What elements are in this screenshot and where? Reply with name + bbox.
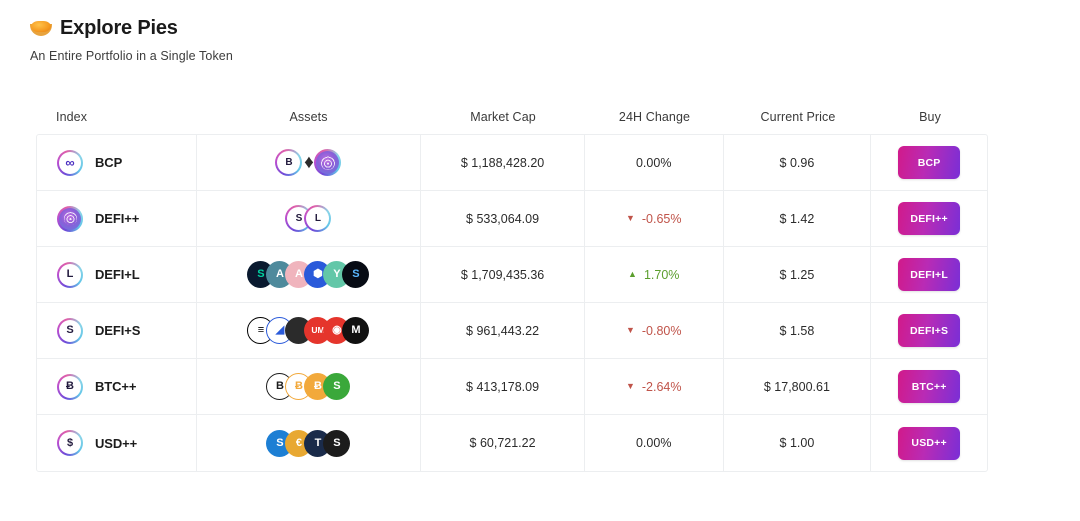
cell-24h-change: ▼ -2.64% — [585, 359, 724, 414]
buy-button-defips[interactable]: DEFI+S — [898, 314, 961, 347]
table-row: L DEFI+L S A A ⬢ Y S $ 1,709,435.36 ▲ 1.70% $ 1.25 D… — [37, 247, 987, 303]
buy-button-usdpp[interactable]: USD++ — [898, 426, 961, 460]
cell-current-price: $ 1.25 — [724, 247, 872, 302]
cell-market-cap: $ 413,178.09 — [421, 359, 585, 414]
column-header-assets: Assets — [289, 110, 328, 124]
change-value: 0.00% — [635, 155, 672, 170]
column-header-index: Index — [56, 110, 88, 124]
fingerprint-icon — [57, 205, 83, 232]
cell-assets: BɃɃS — [197, 359, 422, 414]
cell-24h-change: ▼ -0.65% — [585, 191, 724, 246]
sushi-token: S — [342, 261, 370, 288]
cell-index: $ USD++ — [37, 415, 197, 471]
table-row: $ USD++ S € T S $ 60,721.22 0.00% $ 1.00 USD++ — [37, 415, 987, 471]
column-header-24h-change: 24H Change — [618, 110, 691, 124]
cell-index: Ƀ BTC++ — [37, 359, 197, 414]
cell-index: S DEFI+S — [37, 303, 197, 358]
index-symbol-label: BCP — [95, 155, 123, 170]
index-symbol-label: DEFI++ — [95, 211, 140, 226]
cell-buy: USD++ — [871, 415, 987, 471]
cell-current-price: $ 1.42 — [724, 191, 872, 246]
index-symbol-label: DEFI+S — [95, 323, 141, 338]
cell-index: ∞ BCP — [37, 135, 197, 190]
cell-assets: S € T S — [197, 415, 422, 471]
column-header-current-price: Current Price — [760, 110, 836, 124]
asset-token-cluster: BɃɃS — [266, 373, 351, 400]
sbtc-token: S — [323, 373, 351, 400]
cell-index: L DEFI+L — [37, 247, 197, 302]
cell-current-price: $ 1.58 — [724, 303, 872, 358]
buy-button-defipl[interactable]: DEFI+L — [898, 258, 961, 291]
change-value: 1.70% — [643, 267, 680, 282]
buy-button-defipp[interactable]: DEFI++ — [898, 202, 961, 235]
cell-market-cap: $ 1,709,435.36 — [421, 247, 585, 302]
cell-current-price: $ 17,800.61 — [724, 359, 872, 414]
asset-token-cluster: S A A ⬢ Y S — [247, 261, 370, 288]
table-row: Ƀ BTC++ B Ƀ Ƀ S $ 413,178.09 ▼ -2.64% $ 17,800.61… — [37, 359, 987, 415]
index-symbol-label: USD++ — [95, 435, 138, 451]
cell-index: DEFI++ — [37, 191, 197, 246]
arrow-down-icon: ▼ — [625, 325, 635, 335]
table-row: ∞ BCP B ♦ $ 1,188,428.20 0.00% $ 0.96 BCP — [37, 135, 987, 191]
cell-24h-change: 0.00% — [585, 415, 724, 471]
change-value: -0.65% — [641, 211, 682, 226]
cell-buy: DEFI+S — [871, 303, 987, 358]
defi-l-token: L — [304, 205, 332, 232]
change-value: -2.64% — [641, 379, 682, 394]
letter-s-icon: S — [57, 317, 83, 344]
change-value: -0.80% — [641, 323, 682, 338]
cell-assets: SL — [197, 191, 422, 246]
cell-current-price: $ 0.96 — [724, 135, 872, 190]
table-row: DEFI++ S L $ 533,064.09 ▼ -0.65% $ 1.42 DEFI++ — [37, 191, 987, 247]
table-header-row: Index Assets Market Cap 24H Change Curre… — [36, 100, 988, 134]
table-body: ∞ BCP B ♦ $ 1,188,428.20 0.00% $ 0.96 BCP DEFI++… — [36, 134, 988, 472]
buy-button-bcp[interactable]: BCP — [898, 146, 961, 179]
cell-assets: B ♦ — [197, 135, 422, 190]
page-header: Explore Pies An Entire Portfolio in a Si… — [30, 16, 233, 63]
column-header-market-cap: Market Cap — [470, 110, 536, 124]
cell-24h-change: ▼ -0.80% — [585, 303, 724, 358]
bitcoin-icon: Ƀ — [57, 373, 83, 400]
cell-market-cap: $ 60,721.22 — [421, 415, 585, 471]
pie-emoji-icon — [30, 20, 52, 36]
page-title: Explore Pies — [60, 17, 178, 39]
buy-button-btcpp[interactable]: BTC++ — [898, 370, 961, 403]
index-symbol-label: BTC++ — [95, 379, 137, 394]
cell-buy: BCP — [871, 135, 987, 190]
change-value: 0.00% — [635, 436, 672, 450]
explore-pies-page: Explore Pies An Entire Portfolio in a Si… — [0, 0, 1080, 521]
usdc-token: S — [323, 429, 351, 457]
arrow-down-icon: ▼ — [625, 213, 635, 223]
cell-market-cap: $ 1,188,428.20 — [421, 135, 585, 190]
cell-buy: DEFI+L — [871, 247, 987, 302]
cell-buy: DEFI++ — [871, 191, 987, 246]
defi-plus-plus-token — [314, 149, 342, 176]
asset-token-cluster: SL — [285, 205, 332, 232]
pies-table: Index Assets Market Cap 24H Change Curre… — [36, 100, 988, 472]
table-row: S DEFI+S ≡ ◢ UM ◉ M $ 961,443.22 ▼ -0.80% $ 1.58 DE… — [37, 303, 987, 359]
arrow-down-icon: ▼ — [625, 381, 635, 391]
cell-current-price: $ 1.00 — [724, 415, 872, 471]
asset-token-cluster: B ♦ — [275, 149, 342, 176]
asset-token-cluster: S € T S — [266, 429, 351, 457]
asset-token-cluster: ≡ ◢ UM ◉ M — [247, 317, 370, 344]
column-header-buy: Buy — [919, 110, 941, 124]
cell-assets: ≡ ◢ UM ◉ M — [197, 303, 422, 358]
cell-assets: S A A ⬢ Y S — [197, 247, 422, 302]
cell-buy: BTC++ — [871, 359, 987, 414]
cell-market-cap: $ 961,443.22 — [421, 303, 585, 358]
letter-l-icon: L — [57, 261, 83, 288]
index-symbol-label: DEFI+L — [95, 267, 140, 282]
cell-24h-change: ▲ 1.70% — [585, 247, 724, 302]
cell-market-cap: $ 533,064.09 — [421, 191, 585, 246]
maker-token: M — [342, 317, 370, 344]
title-row: Explore Pies — [30, 16, 233, 40]
page-subtitle: An Entire Portfolio in a Single Token — [30, 49, 233, 63]
infinity-icon: ∞ — [57, 149, 83, 176]
dollar-icon: $ — [57, 430, 83, 456]
arrow-up-icon: ▲ — [628, 269, 637, 279]
cell-24h-change: 0.00% — [585, 135, 724, 190]
